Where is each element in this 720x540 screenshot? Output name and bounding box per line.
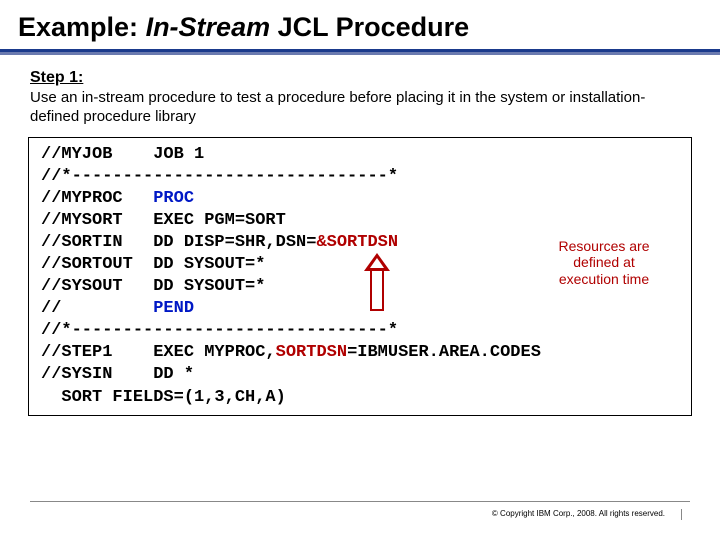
code-line-7: //SYSOUT DD SYSOUT=* [41, 277, 265, 296]
code-line-3a: //MYPROC [41, 189, 153, 208]
code-line-11: //SYSIN DD * [41, 365, 194, 384]
code-line-5a: //SORTIN DD DISP=SHR,DSN= [41, 233, 316, 252]
code-line-12: SORT FIELDS=(1,3,CH,A) [41, 388, 286, 407]
note-line-2: defined at [573, 254, 635, 270]
code-line-10c: =IBMUSER.AREA.CODES [347, 343, 541, 362]
step-description: Use an in-stream procedure to test a pro… [0, 87, 720, 137]
title-emphasis: In-Stream [146, 12, 271, 42]
step-label: Step 1: [0, 69, 720, 87]
corner-mark [681, 509, 682, 520]
code-line-9: //*-------------------------------* [41, 321, 398, 340]
code-param-sortdsn: SORTDSN [276, 343, 347, 362]
code-keyword-proc: PROC [153, 189, 194, 208]
note-line-1: Resources are [558, 238, 649, 254]
code-symbolic-sortdsn: &SORTDSN [316, 233, 398, 252]
code-line-8a: // [41, 299, 153, 318]
copyright: © Copyright IBM Corp., 2008. All rights … [492, 509, 665, 518]
title-underline-bar [0, 49, 720, 55]
footer-rule [30, 501, 690, 502]
code-line-4: //MYSORT EXEC PGM=SORT [41, 211, 286, 230]
callout-arrow-icon [364, 253, 390, 311]
slide-title: Example: In-Stream JCL Procedure [0, 0, 720, 49]
code-line-2: //*-------------------------------* [41, 167, 398, 186]
code-box: //MYJOB JOB 1 //*-----------------------… [28, 137, 692, 416]
code-line-1: //MYJOB JOB 1 [41, 145, 204, 164]
note-line-3: execution time [559, 271, 649, 287]
callout-note: Resources are defined at execution time [539, 238, 669, 288]
code-line-10a: //STEP1 EXEC MYPROC, [41, 343, 276, 362]
code-keyword-pend: PEND [153, 299, 194, 318]
code-line-6: //SORTOUT DD SYSOUT=* [41, 255, 265, 274]
title-prefix: Example: [18, 12, 146, 42]
title-suffix: JCL Procedure [270, 12, 469, 42]
